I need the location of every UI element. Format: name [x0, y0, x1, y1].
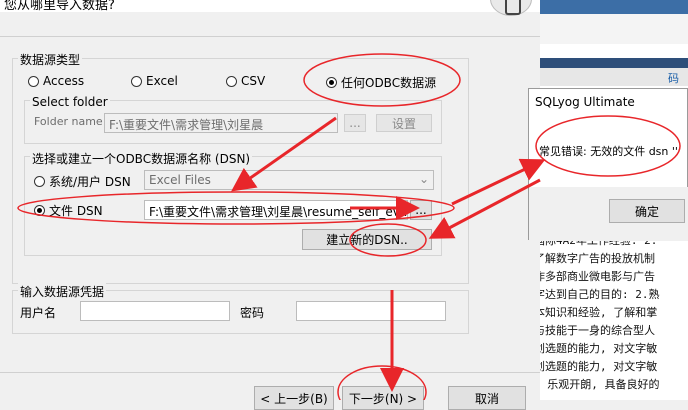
annotation-circle-next — [337, 365, 427, 400]
annotation-circle-create-dsn — [349, 223, 427, 257]
annotation-arrow-1 — [231, 116, 337, 192]
annotation-overlay — [17, 53, 681, 400]
annotation-arrow-3 — [451, 158, 546, 206]
annotation-circle-odbc — [303, 53, 461, 107]
annotation-circle-error — [535, 115, 681, 177]
